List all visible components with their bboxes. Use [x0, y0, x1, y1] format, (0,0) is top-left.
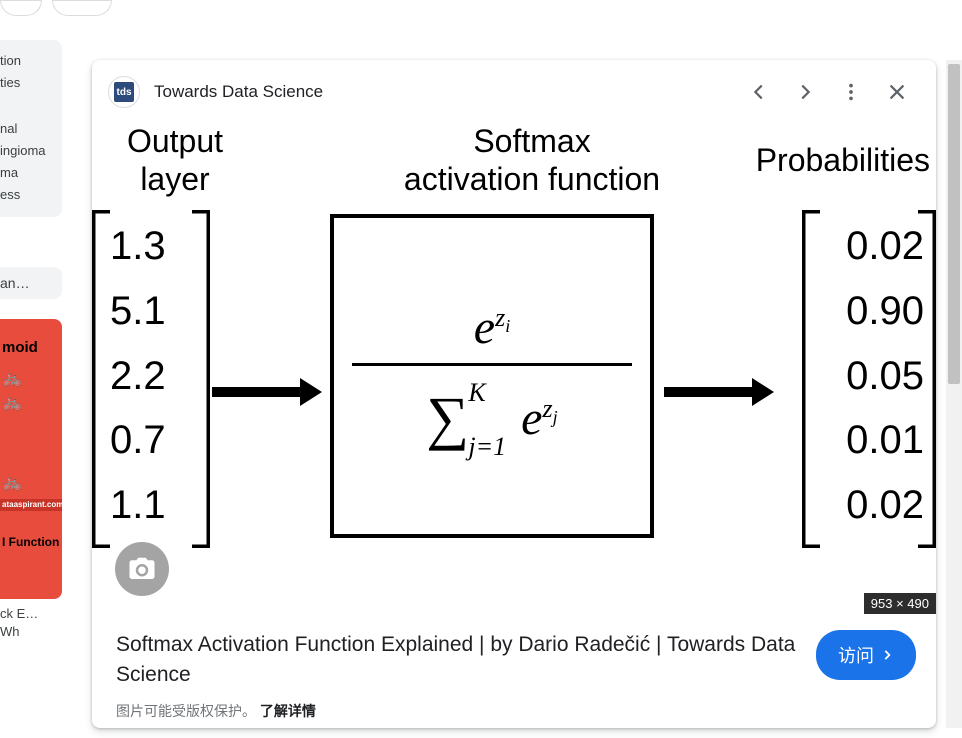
google-lens-button[interactable]	[115, 542, 169, 596]
caption-row: Softmax Activation Function Explained | …	[92, 614, 936, 697]
sum-lower: j=1	[468, 432, 506, 462]
chevron-right-icon	[880, 648, 894, 662]
text-fragment	[0, 94, 58, 118]
favicon-text: tds	[114, 82, 134, 102]
formula-e: e	[521, 392, 542, 445]
arrow-icon	[212, 378, 322, 411]
text-fragment: nal	[0, 118, 58, 140]
vector-value: 0.7	[110, 408, 166, 473]
vector-value: 1.1	[110, 473, 166, 538]
left-sidebar-fragments: tion ties nal ingioma ma ess an… moid 🚲 …	[0, 0, 62, 738]
more-options-button[interactable]	[828, 69, 874, 115]
close-button[interactable]	[874, 69, 920, 115]
next-button[interactable]	[782, 69, 828, 115]
decorative-icon: 🚲	[2, 368, 60, 388]
vector-value: 5.1	[110, 279, 166, 344]
thumb-source-fragment: ataaspirant.com	[0, 499, 62, 511]
scrollbar-thumb[interactable]	[948, 64, 960, 384]
related-search-card-partial[interactable]: an…	[0, 267, 62, 299]
close-icon	[886, 81, 908, 103]
bracket-icon	[92, 210, 110, 548]
thumb-title-fragment: moid	[2, 339, 60, 356]
caption-line: Wh	[0, 623, 62, 641]
label-softmax: Softmaxactivation function	[332, 124, 732, 199]
decorative-icon: 🚲	[2, 472, 60, 492]
vector-value: 0.90	[846, 279, 924, 344]
decorative-icon: 🚲	[2, 392, 60, 412]
chevron-right-icon	[794, 81, 816, 103]
panel-header: tds Towards Data Science	[92, 60, 936, 124]
label-output-layer: Outputlayer	[100, 124, 250, 199]
text-fragment: an…	[0, 275, 30, 291]
text-fragment: tion	[0, 50, 58, 72]
related-search-card-partial[interactable]: tion ties nal ingioma ma ess	[0, 40, 62, 217]
more-vert-icon	[840, 81, 862, 103]
vector-value: 0.02	[846, 473, 924, 538]
formula-box: ezi ∑ K j=1 ezj	[330, 214, 654, 538]
formula-exp: zj	[542, 394, 557, 423]
vector-value: 1.3	[110, 214, 166, 279]
sum-upper: K	[468, 378, 485, 408]
arrow-icon	[664, 378, 774, 411]
vector-value: 0.01	[846, 408, 924, 473]
bracket-icon	[802, 210, 820, 548]
vector-value: 0.02	[846, 214, 924, 279]
formula-e: e	[474, 301, 495, 354]
image-result-thumbnail[interactable]: moid 🚲 🚲 ataaspirant.com 🚲 I Function	[0, 319, 62, 599]
thumb-footer-fragment: I Function	[2, 535, 59, 549]
copyright-notice: 图片可能受版权保护。 了解详情	[92, 697, 936, 725]
text-fragment: ess	[0, 184, 58, 206]
visit-label: 访问	[838, 642, 874, 668]
camera-icon	[127, 554, 157, 584]
caption-line: ck E…	[0, 605, 62, 623]
source-name[interactable]: Towards Data Science	[154, 82, 736, 102]
image-dimensions-badge: 953 × 490	[864, 593, 936, 614]
output-vector: 0.02 0.90 0.05 0.01 0.02	[846, 214, 924, 538]
prev-button[interactable]	[736, 69, 782, 115]
image-title[interactable]: Softmax Activation Function Explained | …	[116, 630, 800, 691]
chevron-left-icon	[748, 81, 770, 103]
thumb-caption: ck E… Wh	[0, 605, 62, 641]
learn-more-link[interactable]: 了解详情	[260, 703, 316, 719]
bracket-icon	[192, 210, 210, 548]
vector-value: 2.2	[110, 344, 166, 409]
copyright-text: 图片可能受版权保护。	[116, 703, 256, 719]
label-probabilities: Probabilities	[756, 142, 930, 179]
vector-value: 0.05	[846, 344, 924, 409]
formula-exp: zi	[495, 303, 510, 332]
sigma-icon: ∑ K j=1	[426, 384, 469, 453]
fraction-bar	[352, 363, 632, 366]
input-vector: 1.3 5.1 2.2 0.7 1.1	[110, 214, 166, 538]
visit-button[interactable]: 访问	[816, 630, 916, 680]
source-favicon[interactable]: tds	[108, 76, 140, 108]
text-fragment: ties	[0, 72, 58, 94]
text-fragment: ingioma	[0, 140, 58, 162]
text-fragment: ma	[0, 162, 58, 184]
image-detail-panel: tds Towards Data Science Outputlayer Sof…	[92, 60, 936, 728]
image-stage[interactable]: Outputlayer Softmaxactivation function P…	[92, 124, 936, 614]
